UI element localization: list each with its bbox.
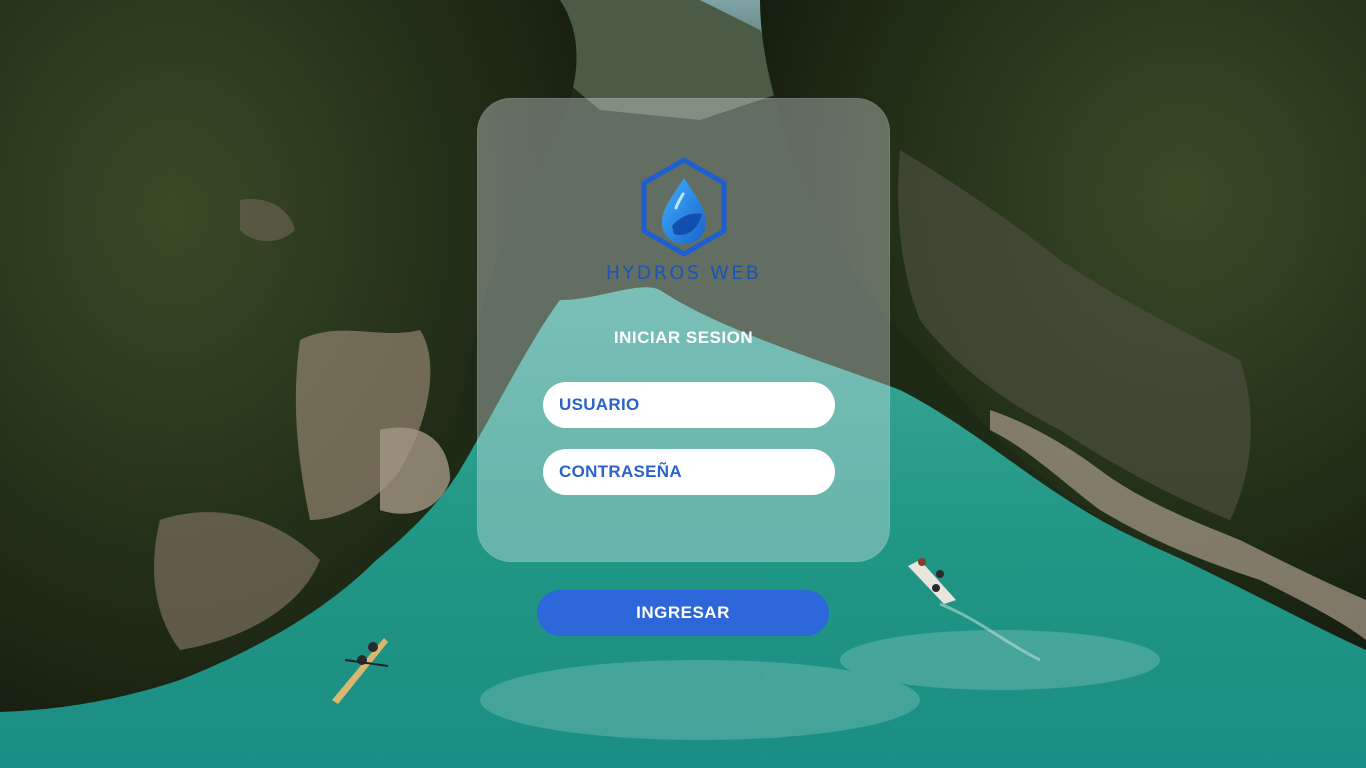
password-field[interactable] <box>543 449 835 495</box>
water-drop-hexagon-icon <box>641 157 726 257</box>
login-button[interactable]: INGRESAR <box>537 590 829 636</box>
login-title: INICIAR SESION <box>613 328 754 347</box>
brand-name: HYDROS WEB <box>605 262 762 284</box>
login-card: HYDROS WEB INICIAR SESION <box>477 98 890 562</box>
login-screen: HYDROS WEB INICIAR SESION INGRESAR <box>0 0 1366 768</box>
brand-logo: HYDROS WEB <box>477 156 890 284</box>
username-field[interactable] <box>543 382 835 428</box>
